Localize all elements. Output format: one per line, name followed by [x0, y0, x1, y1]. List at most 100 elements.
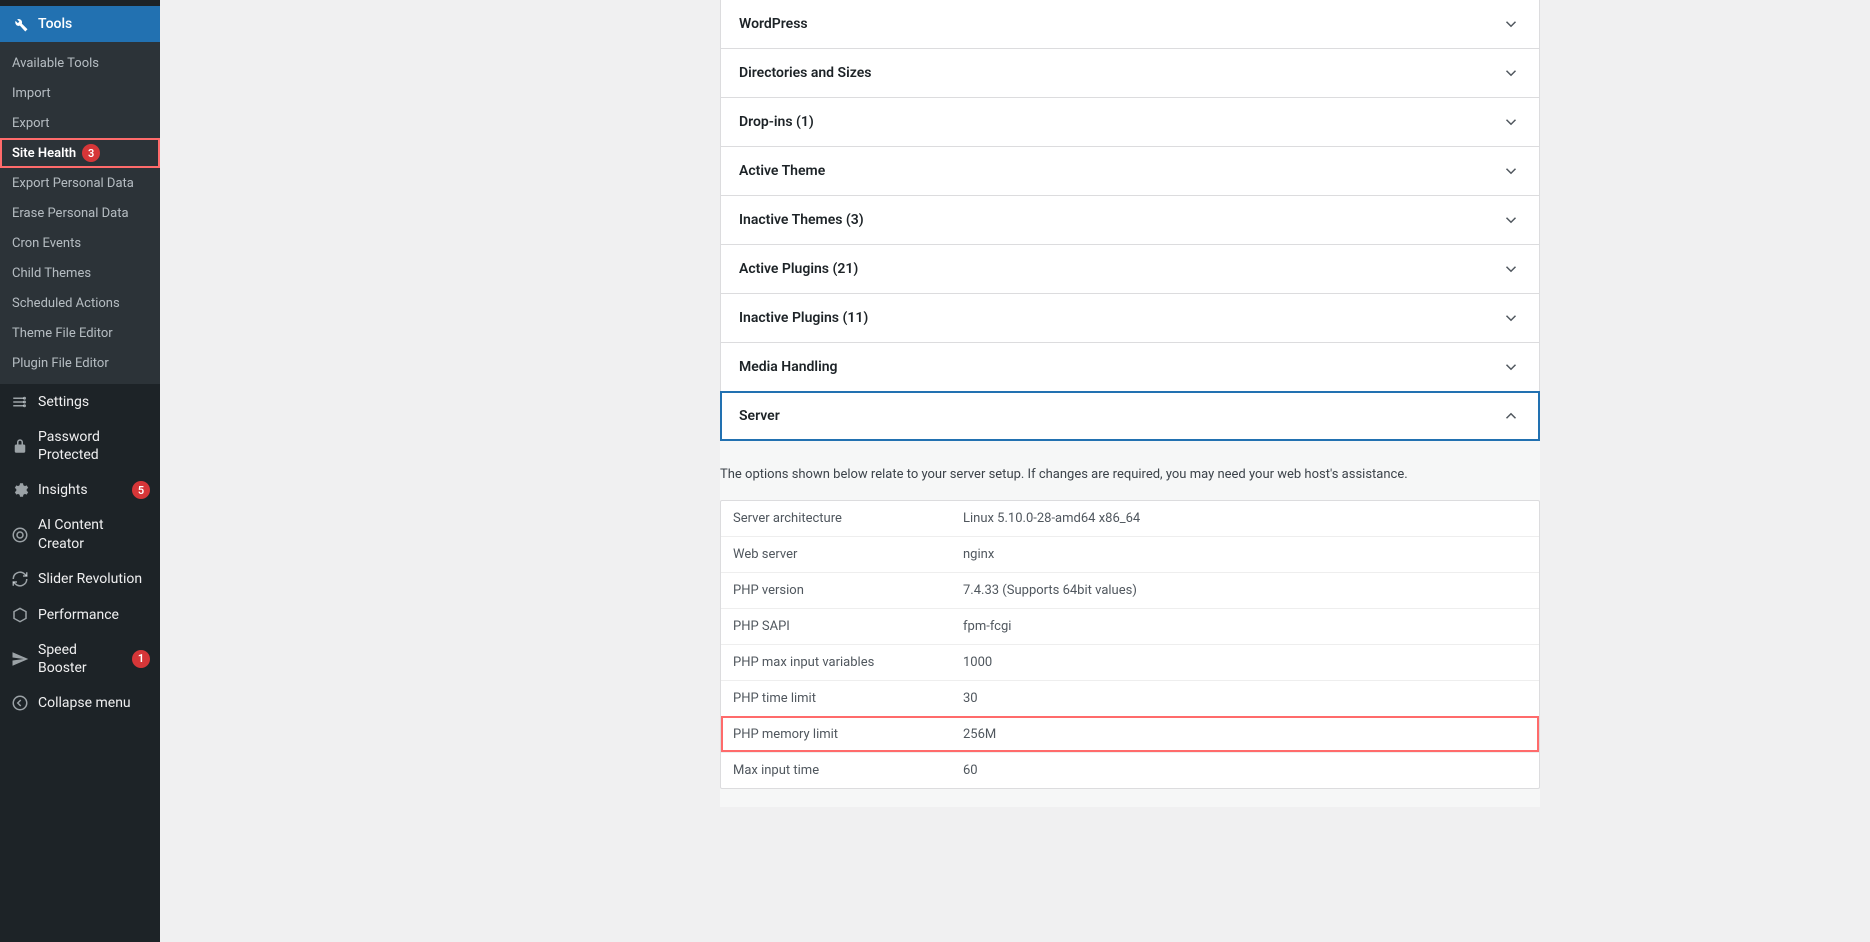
sidebar-item-speed-booster[interactable]: Speed Booster1 [0, 633, 160, 685]
chevron-up-icon [1501, 406, 1521, 426]
sub-item-export-personal-data[interactable]: Export Personal Data [0, 168, 160, 198]
wrench-icon [10, 14, 30, 34]
accordion-item: Inactive Themes (3) [720, 195, 1540, 245]
accordion-header[interactable]: Active Plugins (21) [721, 245, 1539, 293]
table-row: PHP version7.4.33 (Supports 64bit values… [721, 572, 1539, 608]
sub-item-label: Available Tools [12, 56, 99, 71]
accordion-title: Media Handling [739, 359, 838, 375]
accordion-title: Active Plugins (21) [739, 261, 858, 277]
sub-item-theme-file-editor[interactable]: Theme File Editor [0, 318, 160, 348]
accordion-item: Directories and Sizes [720, 48, 1540, 98]
sidebar-item-label: Settings [38, 393, 150, 411]
chevron-down-icon [1501, 63, 1521, 83]
accordion-body-server: The options shown below relate to your s… [720, 441, 1540, 807]
sub-item-label: Import [12, 86, 51, 101]
row-key: PHP time limit [721, 681, 951, 716]
sub-item-plugin-file-editor[interactable]: Plugin File Editor [0, 348, 160, 378]
accordion-title: Drop-ins (1) [739, 114, 814, 130]
accordion-item: Active Plugins (21) [720, 244, 1540, 294]
row-key: PHP memory limit [721, 717, 951, 752]
server-description: The options shown below relate to your s… [720, 459, 1540, 500]
sub-item-import[interactable]: Import [0, 78, 160, 108]
sidebar-item-password-protected[interactable]: Password Protected [0, 420, 160, 472]
accordion-header[interactable]: Active Theme [721, 147, 1539, 195]
accordion-item: Drop-ins (1) [720, 97, 1540, 147]
accordion-title: Inactive Themes (3) [739, 212, 864, 228]
tools-submenu: Available ToolsImportExportSite Health3E… [0, 42, 160, 384]
sub-item-label: Site Health [12, 146, 76, 161]
sub-item-available-tools[interactable]: Available Tools [0, 48, 160, 78]
row-value: Linux 5.10.0-28-amd64 x86_64 [951, 501, 1539, 536]
table-row: PHP max input variables1000 [721, 644, 1539, 680]
sidebar-item-tools[interactable]: Tools [0, 6, 160, 42]
accordion-header[interactable]: Directories and Sizes [721, 49, 1539, 97]
chevron-down-icon [1501, 14, 1521, 34]
row-key: PHP version [721, 573, 951, 608]
table-row: Web servernginx [721, 536, 1539, 572]
accordion-item: Media Handling [720, 342, 1540, 392]
sidebar-item-insights[interactable]: Insights5 [0, 472, 160, 508]
row-value: 30 [951, 681, 1539, 716]
row-value: fpm-fcgi [951, 609, 1539, 644]
sidebar-item-label: AI Content Creator [38, 516, 150, 552]
lock-icon [10, 436, 30, 456]
accordion-header[interactable]: Inactive Plugins (11) [721, 294, 1539, 342]
sidebar-item-slider-revolution[interactable]: Slider Revolution [0, 561, 160, 597]
accordion-header[interactable]: Media Handling [721, 343, 1539, 391]
sidebar-item-settings[interactable]: Settings [0, 384, 160, 420]
send-icon [10, 649, 30, 669]
chevron-down-icon [1501, 308, 1521, 328]
accordion-header-server[interactable]: Server [721, 392, 1539, 440]
sidebar-item-label: Tools [38, 15, 150, 33]
table-row: PHP memory limit256M [721, 716, 1539, 752]
accordion-title: Active Theme [739, 163, 825, 179]
table-row: Max input time60 [721, 752, 1539, 788]
row-value: 1000 [951, 645, 1539, 680]
sub-item-export[interactable]: Export [0, 108, 160, 138]
row-key: Max input time [721, 753, 951, 788]
table-row: Server architectureLinux 5.10.0-28-amd64… [721, 501, 1539, 536]
accordion-header[interactable]: WordPress [721, 0, 1539, 48]
site-health-info-panels: WordPress Directories and Sizes Drop-ins (… [720, 0, 1540, 807]
sidebar-item-label: Speed Booster [38, 641, 126, 677]
target-icon [10, 525, 30, 545]
sidebar-item-performance[interactable]: Performance [0, 597, 160, 633]
sub-item-label: Plugin File Editor [12, 356, 109, 371]
accordion-item: Inactive Plugins (11) [720, 293, 1540, 343]
row-value: nginx [951, 537, 1539, 572]
chevron-down-icon [1501, 161, 1521, 181]
sub-item-cron-events[interactable]: Cron Events [0, 228, 160, 258]
sidebar-item-label: Insights [38, 481, 126, 499]
accordion-header[interactable]: Drop-ins (1) [721, 98, 1539, 146]
sub-item-label: Child Themes [12, 266, 91, 281]
accordion-title: Server [739, 408, 780, 424]
collapse-icon [10, 693, 30, 713]
sidebar-item-ai-content-creator[interactable]: AI Content Creator [0, 508, 160, 560]
sub-item-erase-personal-data[interactable]: Erase Personal Data [0, 198, 160, 228]
row-value: 7.4.33 (Supports 64bit values) [951, 573, 1539, 608]
accordion-title: Directories and Sizes [739, 65, 871, 81]
row-key: PHP max input variables [721, 645, 951, 680]
sub-item-label: Theme File Editor [12, 326, 113, 341]
sub-item-label: Erase Personal Data [12, 206, 129, 221]
sub-item-site-health[interactable]: Site Health3 [0, 138, 160, 168]
row-key: Server architecture [721, 501, 951, 536]
refresh-icon [10, 569, 30, 589]
table-row: PHP time limit30 [721, 680, 1539, 716]
sidebar-item-collapse-menu[interactable]: Collapse menu [0, 685, 160, 721]
sliders-icon [10, 392, 30, 412]
sub-item-label: Scheduled Actions [12, 296, 120, 311]
sub-item-child-themes[interactable]: Child Themes [0, 258, 160, 288]
accordion-item: Active Theme [720, 146, 1540, 196]
accordion-title: Inactive Plugins (11) [739, 310, 868, 326]
accordion-item: WordPress [720, 0, 1540, 49]
sidebar-item-label: Collapse menu [38, 694, 150, 712]
admin-sidebar: Tools Available ToolsImportExportSite He… [0, 0, 160, 942]
accordion-server: Server [720, 391, 1540, 441]
accordion-header[interactable]: Inactive Themes (3) [721, 196, 1539, 244]
row-value: 60 [951, 753, 1539, 788]
sidebar-item-label: Password Protected [38, 428, 150, 464]
sidebar-item-label: Performance [38, 606, 150, 624]
sidebar-item-label: Slider Revolution [38, 570, 150, 588]
sub-item-scheduled-actions[interactable]: Scheduled Actions [0, 288, 160, 318]
